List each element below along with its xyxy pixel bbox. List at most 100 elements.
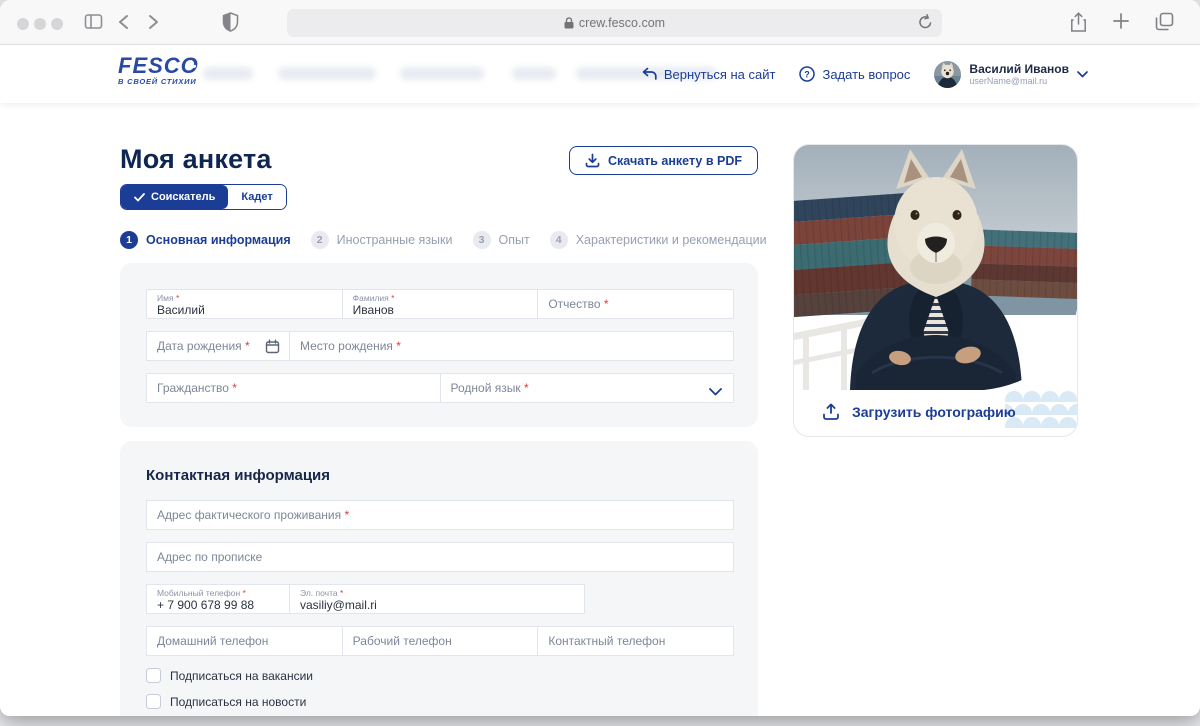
zoom-window-icon[interactable] (51, 18, 63, 30)
required-mark: * (232, 381, 237, 395)
upload-photo-button[interactable]: Загрузить фотографию (794, 388, 1016, 436)
subscribe-vacancies-checkbox[interactable]: Подписаться на вакансии (146, 668, 734, 683)
forward-icon[interactable] (144, 12, 162, 37)
step-number: 4 (550, 231, 568, 249)
step-1-basic-info[interactable]: 1Основная информация (120, 231, 291, 249)
step-label: Опыт (499, 233, 530, 247)
field-value: vasiliy@mail.ri (300, 598, 574, 612)
toggle-applicant-label: Соискатель (151, 191, 215, 203)
address-registered-field[interactable]: Адрес по прописке (146, 542, 734, 572)
shield-icon[interactable] (222, 12, 239, 37)
question-icon: ? (799, 66, 815, 82)
share-icon[interactable] (1070, 12, 1087, 38)
profile-photo-card: Загрузить фотографию (793, 144, 1078, 437)
logo-link-glyph (184, 65, 196, 68)
browser-chrome: crew.fesco.com (0, 0, 1200, 45)
field-placeholder: Домашний телефон (157, 634, 268, 648)
download-pdf-button[interactable]: Скачать анкету в PDF (569, 146, 758, 175)
address-actual-field[interactable]: Адрес фактического проживания * (146, 500, 734, 530)
field-value: + 7 900 678 99 88 (157, 598, 279, 612)
fesco-logo[interactable]: FESCO В СВОЕЙ СТИХИИ (118, 56, 199, 86)
back-to-site-label: Вернуться на сайт (664, 67, 776, 82)
back-icon[interactable] (115, 12, 133, 37)
email-field[interactable]: Эл. почта * vasiliy@mail.ri (289, 584, 585, 614)
url-text: crew.fesco.com (579, 16, 665, 30)
page-title: Моя анкета (120, 144, 272, 175)
download-icon (585, 153, 600, 168)
field-placeholder: Гражданство (157, 381, 229, 395)
first-name-field[interactable]: Имя * Василий (146, 289, 343, 319)
step-number: 3 (473, 231, 491, 249)
form-stepper: 1Основная информация 2Иностранные языки … (120, 231, 758, 249)
step-number: 2 (311, 231, 329, 249)
browser-window: crew.fesco.com FESCO В СВОЕЙ СТИХИИ Верн… (0, 0, 1200, 716)
new-tab-icon[interactable] (1112, 12, 1130, 38)
field-label: Эл. почта (300, 588, 338, 598)
field-placeholder: Место рождения (300, 339, 393, 353)
main-content: Моя анкета Скачать анкету в PDF Соискате… (0, 103, 1200, 716)
nav-item-blurred-2[interactable] (278, 67, 376, 80)
last-name-field[interactable]: Фамилия * Иванов (342, 289, 539, 319)
step-4-references[interactable]: 4 Характеристики и рекомендации (550, 231, 767, 249)
personal-info-card: Имя * Василий Фамилия * Иванов Отчество … (120, 263, 758, 427)
checkbox[interactable] (146, 694, 161, 709)
sidebar-icon[interactable] (84, 12, 103, 36)
required-mark: * (391, 293, 394, 303)
user-email: userName@mail.ru (969, 76, 1069, 86)
logo-tagline: В СВОЕЙ СТИХИИ (118, 77, 199, 86)
checkbox-label: Подписаться на новости (170, 695, 306, 709)
contact-info-card: Контактная информация Адрес фактического… (120, 441, 758, 716)
tabs-icon[interactable] (1155, 12, 1174, 38)
window-controls[interactable] (17, 18, 63, 30)
home-phone-field[interactable]: Домашний телефон (146, 626, 343, 656)
work-phone-field[interactable]: Рабочий телефон (342, 626, 539, 656)
select-chevron-icon[interactable] (709, 383, 722, 401)
required-mark: * (245, 339, 250, 353)
required-mark: * (524, 381, 529, 395)
nav-item-blurred-4[interactable] (512, 67, 556, 80)
checkbox[interactable] (146, 668, 161, 683)
profile-photo (794, 145, 1078, 390)
middle-name-field[interactable]: Отчество * (537, 289, 734, 319)
chevron-down-icon (1077, 71, 1088, 78)
upload-icon (822, 403, 840, 421)
step-2-foreign-languages[interactable]: 2 Иностранные языки (311, 231, 453, 249)
user-name: Василий Иванов (969, 63, 1069, 76)
toggle-applicant[interactable]: Соискатель (121, 185, 228, 209)
calendar-icon[interactable] (265, 339, 280, 359)
field-label: Имя (157, 293, 174, 303)
required-mark: * (176, 293, 179, 303)
field-placeholder: Рабочий телефон (353, 634, 452, 648)
check-icon (134, 193, 145, 202)
field-placeholder: Контактный телефон (548, 634, 665, 648)
toggle-cadet[interactable]: Кадет (228, 185, 285, 209)
step-label: Иностранные языки (337, 233, 453, 247)
birth-date-field[interactable]: Дата рождения * (146, 331, 290, 361)
back-to-site-link[interactable]: Вернуться на сайт (642, 67, 776, 82)
upload-photo-label: Загрузить фотографию (852, 404, 1016, 420)
step-label: Характеристики и рекомендации (576, 233, 767, 247)
required-mark: * (243, 588, 246, 598)
required-mark: * (344, 508, 349, 522)
birth-place-field[interactable]: Место рождения * (289, 331, 734, 361)
step-number: 1 (120, 231, 138, 249)
subscribe-news-checkbox[interactable]: Подписаться на новости (146, 694, 734, 709)
reload-icon[interactable] (918, 14, 933, 34)
required-mark: * (396, 339, 401, 353)
site-header: FESCO В СВОЕЙ СТИХИИ Вернуться на сайт ?… (0, 45, 1200, 103)
step-3-experience[interactable]: 3 Опыт (473, 231, 530, 249)
close-window-icon[interactable] (17, 18, 29, 30)
contact-phone-field[interactable]: Контактный телефон (537, 626, 734, 656)
ask-question-link[interactable]: ? Задать вопрос (799, 66, 910, 82)
field-value: Василий (157, 303, 332, 317)
citizenship-field[interactable]: Гражданство * (146, 373, 441, 403)
minimize-window-icon[interactable] (34, 18, 46, 30)
nav-item-blurred-1[interactable] (203, 67, 253, 80)
contact-section-heading: Контактная информация (146, 467, 734, 484)
download-pdf-label: Скачать анкету в PDF (608, 154, 742, 168)
native-language-select[interactable]: Родной язык * (440, 373, 735, 403)
mobile-phone-field[interactable]: Мобильный телефон * + 7 900 678 99 88 (146, 584, 290, 614)
user-menu[interactable]: Василий Иванов userName@mail.ru (934, 61, 1088, 88)
nav-item-blurred-3[interactable] (400, 67, 484, 80)
address-bar[interactable]: crew.fesco.com (287, 9, 942, 37)
